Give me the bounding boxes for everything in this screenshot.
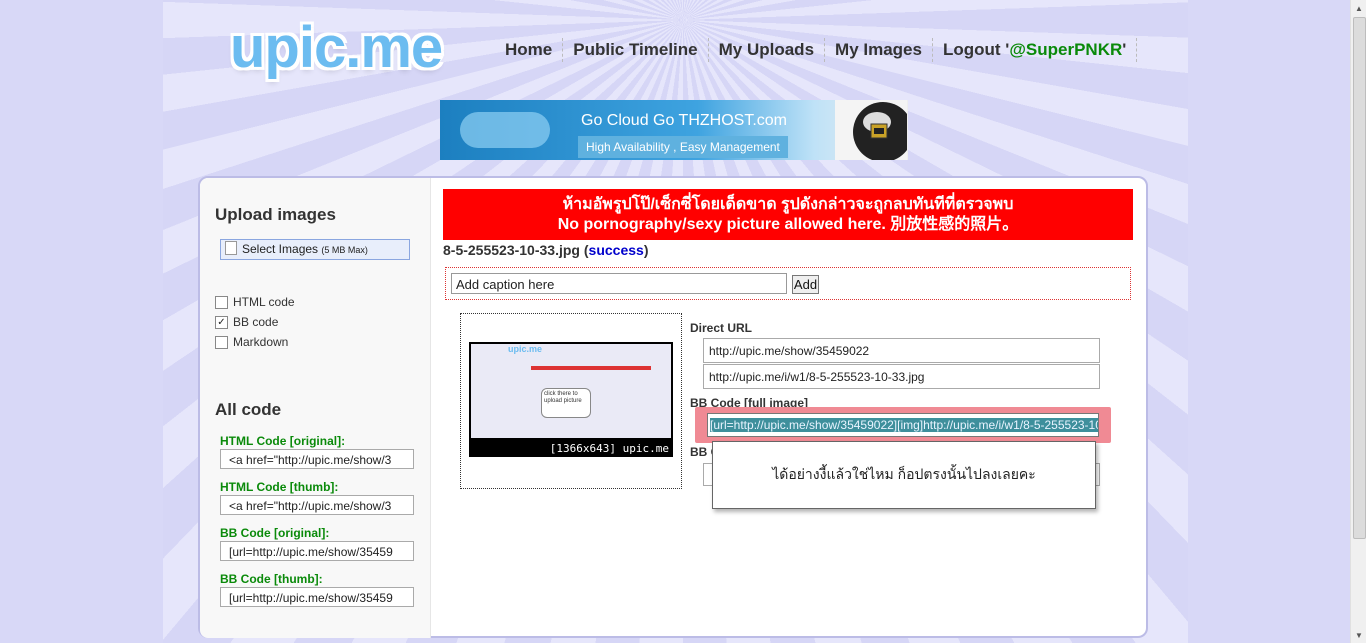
banner-ad[interactable]: Go Cloud Go THZHOST.com High Availabilit…: [440, 100, 908, 160]
scroll-down-icon[interactable]: ▼: [1351, 627, 1366, 643]
scroll-up-icon[interactable]: ▲: [1351, 0, 1366, 16]
thumbnail-callout: click there to upload picture: [541, 388, 591, 418]
direct-url-show-field[interactable]: http://upic.me/show/35459022: [703, 338, 1100, 363]
main-nav: Home Public Timeline My Uploads My Image…: [495, 38, 1138, 62]
code-label: BB Code [thumb]:: [220, 572, 323, 586]
select-images-hint: (5 MB Max): [321, 245, 368, 255]
add-caption-button[interactable]: Add: [792, 275, 819, 294]
option-bb-code[interactable]: ✓ BB code: [215, 315, 278, 329]
logout-prefix: Logout ': [942, 40, 1010, 59]
option-markdown[interactable]: Markdown: [215, 335, 288, 349]
code-label: HTML Code [thumb]:: [220, 480, 339, 494]
bb-full-selected-text: [url=http://upic.me/show/35459022][img]h…: [710, 418, 1098, 432]
thumbnail-logo: upic.me: [508, 344, 543, 354]
vertical-scrollbar[interactable]: ▲ ▼: [1350, 0, 1366, 643]
bb-full-field[interactable]: [url=http://upic.me/show/35459022][img]h…: [707, 413, 1099, 437]
banner-title: Go Cloud Go THZHOST.com: [581, 112, 787, 129]
background-right: [1188, 0, 1350, 643]
upload-filename: 8-5-255523-10-33.jpg (success): [443, 242, 649, 258]
logout-suffix: ': [1122, 40, 1127, 59]
warning-thai: ห้ามอัพรูปโป๊/เซ็กซี่โดยเด็ดขาด รูปดังกล…: [562, 196, 1014, 213]
warning-english: No pornography/sexy picture allowed here…: [557, 216, 1019, 233]
code-label: HTML Code [original]:: [220, 434, 346, 448]
nav-logout[interactable]: Logout '@SuperPNKR': [933, 38, 1138, 62]
background-left: [0, 0, 163, 643]
nav-my-uploads[interactable]: My Uploads: [709, 38, 826, 62]
upload-heading: Upload images: [215, 205, 336, 224]
code-label: BB Code [original]:: [220, 526, 330, 540]
html-code-checkbox[interactable]: [215, 295, 228, 309]
caption-input[interactable]: Add caption here: [451, 273, 787, 294]
direct-url-label: Direct URL: [690, 321, 753, 335]
code-field[interactable]: <a href="http://upic.me/show/3: [220, 449, 414, 469]
option-label: HTML code: [233, 295, 295, 309]
bb-code-checkbox[interactable]: ✓: [215, 315, 228, 329]
thumbnail-red-bar: [531, 366, 651, 370]
globe-icon: [835, 100, 907, 160]
banner-subtitle: High Availability , Easy Management: [578, 136, 788, 158]
nav-my-images[interactable]: My Images: [825, 38, 933, 62]
filename-text: 8-5-255523-10-33.jpg: [443, 242, 580, 258]
scroll-thumb[interactable]: [1353, 17, 1366, 539]
thumbnail-preview: upic.me click there to upload picture: [471, 344, 671, 438]
code-field[interactable]: [url=http://upic.me/show/35459: [220, 587, 414, 607]
markdown-checkbox[interactable]: [215, 335, 228, 349]
option-label: Markdown: [233, 335, 289, 349]
cloud-icon: [460, 112, 550, 148]
upload-status[interactable]: success: [589, 242, 644, 258]
annotation-tooltip: ได้อย่างงี้แล้วใช่ไหม ก็อปตรงนั้นไปลงเลย…: [712, 441, 1096, 509]
thumbnail-caption: [1366x643] upic.me: [549, 442, 669, 455]
select-images-label: Select Images: [242, 242, 319, 256]
option-html-code[interactable]: HTML code: [215, 295, 295, 309]
code-field[interactable]: [url=http://upic.me/show/35459: [220, 541, 414, 561]
file-icon: [225, 241, 237, 255]
warning-banner: ห้ามอัพรูปโป๊/เซ็กซี่โดยเด็ดขาด รูปดังกล…: [443, 189, 1133, 240]
code-field[interactable]: <a href="http://upic.me/show/3: [220, 495, 414, 515]
nav-home[interactable]: Home: [495, 38, 564, 62]
site-logo[interactable]: upic.me: [230, 14, 443, 81]
logout-username: @SuperPNKR: [1009, 40, 1123, 59]
nav-public-timeline[interactable]: Public Timeline: [563, 38, 709, 62]
all-code-heading: All code: [215, 400, 282, 419]
direct-url-image-field[interactable]: http://upic.me/i/w1/8-5-255523-10-33.jpg: [703, 364, 1100, 389]
thumbnail-image[interactable]: upic.me click there to upload picture [1…: [469, 342, 673, 457]
select-images-button[interactable]: Select Images (5 MB Max): [220, 239, 410, 260]
option-label: BB code: [233, 315, 279, 329]
